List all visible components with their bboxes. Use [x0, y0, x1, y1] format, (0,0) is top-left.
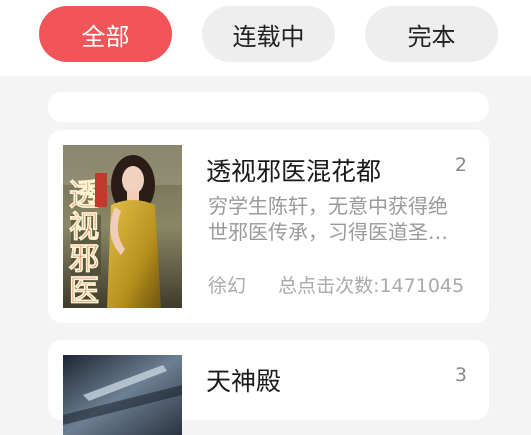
book-card[interactable]: 透 视 邪 医 透视邪医混花都 2 穷学生陈轩，无意中获得绝世邪医传承，习得医道… — [48, 130, 489, 323]
svg-text:邪: 邪 — [69, 242, 99, 277]
book-description: 穷学生陈轩，无意中获得绝世邪医传承，习得医道圣… — [208, 194, 448, 244]
partial-card-strip — [48, 92, 489, 122]
svg-text:透: 透 — [69, 178, 99, 213]
filter-finished-button[interactable]: 完本 — [365, 6, 498, 62]
book-title[interactable]: 天神殿 — [206, 362, 281, 398]
book-click-count: 总点击次数:1471045 — [278, 275, 465, 297]
svg-text:医: 医 — [69, 274, 99, 308]
book-cover — [63, 355, 182, 435]
book-card[interactable]: 天神殿 3 — [48, 340, 489, 435]
book-cover: 透 视 邪 医 — [63, 145, 182, 308]
book-title[interactable]: 透视邪医混花都 — [206, 152, 381, 188]
book-rank: 2 — [454, 154, 467, 176]
book-rank: 3 — [454, 364, 467, 386]
filter-bar: 全部 连载中 完本 — [0, 0, 531, 76]
filter-all-button[interactable]: 全部 — [39, 6, 172, 62]
book-meta: 徐幻 总点击次数:1471045 — [208, 271, 464, 298]
svg-text:视: 视 — [69, 210, 99, 245]
book-category: 徐幻 — [208, 275, 247, 297]
filter-ongoing-button[interactable]: 连载中 — [202, 6, 335, 62]
